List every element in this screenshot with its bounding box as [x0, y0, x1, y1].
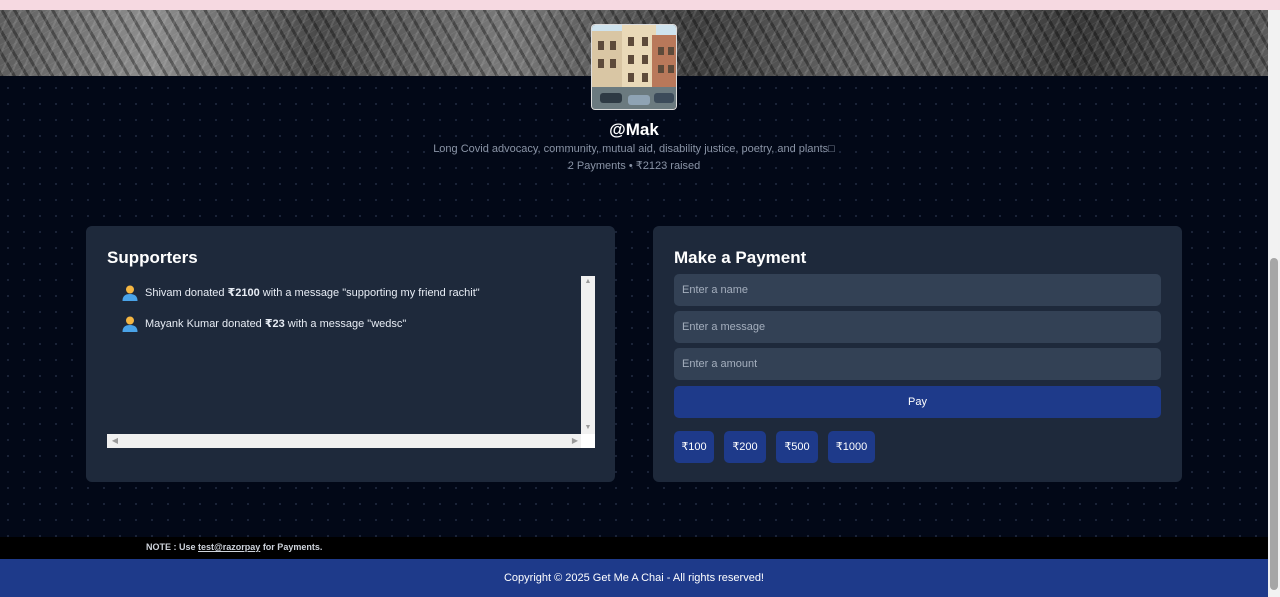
- footer: Copyright © 2025 Get Me A Chai - All rig…: [0, 559, 1268, 597]
- supporter-amount: ₹2100: [227, 287, 260, 299]
- note-test-account-link[interactable]: test@razorpay: [198, 542, 260, 552]
- name-input[interactable]: [674, 274, 1161, 306]
- supporters-horizontal-scrollbar[interactable]: ◀ ▶: [107, 434, 595, 448]
- user-avatar-icon: [122, 285, 138, 301]
- scroll-down-arrow-icon[interactable]: ▼: [581, 422, 595, 434]
- amount-input[interactable]: [674, 348, 1161, 380]
- supporter-verb: donated: [218, 318, 265, 330]
- supporters-vertical-scrollbar[interactable]: ▲ ▼: [581, 276, 595, 434]
- payment-panel: Make a Payment Pay ₹100 ₹200 ₹500 ₹1000: [653, 226, 1182, 482]
- supporters-panel: Supporters Shivam donated ₹2100 with a m…: [86, 226, 615, 482]
- supporter-name: Mayank Kumar: [145, 318, 219, 330]
- quick-amount-100-button[interactable]: ₹100: [674, 431, 714, 463]
- note-prefix: NOTE : Use: [146, 542, 199, 552]
- copyright-text: Copyright © 2025 Get Me A Chai - All rig…: [503, 572, 764, 584]
- profile-bio: Long Covid advocacy, community, mutual a…: [433, 143, 835, 155]
- scroll-right-arrow-icon[interactable]: ▶: [569, 434, 581, 448]
- quick-amount-500-button[interactable]: ₹500: [776, 431, 818, 463]
- quick-amount-1000-button[interactable]: ₹1000: [828, 431, 875, 463]
- browser-top-strip: [0, 0, 1280, 10]
- supporters-scroll-box[interactable]: Shivam donated ₹2100 with a message "sup…: [107, 276, 595, 448]
- profile-stats: 2 Payments • ₹2123 raised: [567, 160, 701, 172]
- payment-note: NOTE : Use test@razorpay for Payments.: [146, 542, 322, 552]
- supporter-amount: ₹23: [264, 318, 285, 330]
- payment-title: Make a Payment: [674, 248, 807, 267]
- note-bar: NOTE : Use test@razorpay for Payments.: [0, 537, 1268, 559]
- scroll-left-arrow-icon[interactable]: ◀: [109, 434, 121, 448]
- supporter-message: with a message "supporting my friend rac…: [259, 287, 480, 299]
- profile-username: @Mak: [609, 120, 659, 139]
- supporter-message: with a message "wedsc": [284, 318, 407, 330]
- scroll-up-arrow-icon[interactable]: ▲: [581, 276, 595, 288]
- user-avatar-icon: [122, 316, 138, 332]
- supporter-item: Shivam donated ₹2100 with a message "sup…: [121, 277, 581, 308]
- pay-button[interactable]: Pay: [674, 386, 1161, 418]
- message-input[interactable]: [674, 311, 1161, 343]
- supporters-list: Shivam donated ₹2100 with a message "sup…: [107, 276, 581, 434]
- note-suffix: for Payments.: [260, 542, 323, 552]
- page-scrollbar[interactable]: [1268, 10, 1280, 597]
- quick-amount-200-button[interactable]: ₹200: [724, 431, 766, 463]
- supporter-item: Mayank Kumar donated ₹23 with a message …: [121, 308, 581, 339]
- page-scrollbar-thumb[interactable]: [1270, 258, 1278, 590]
- supporter-verb: donated: [181, 287, 228, 299]
- supporters-title: Supporters: [107, 248, 198, 267]
- profile-avatar: [591, 24, 677, 110]
- supporter-name: Shivam: [145, 287, 182, 299]
- scrollbar-corner: [581, 434, 595, 448]
